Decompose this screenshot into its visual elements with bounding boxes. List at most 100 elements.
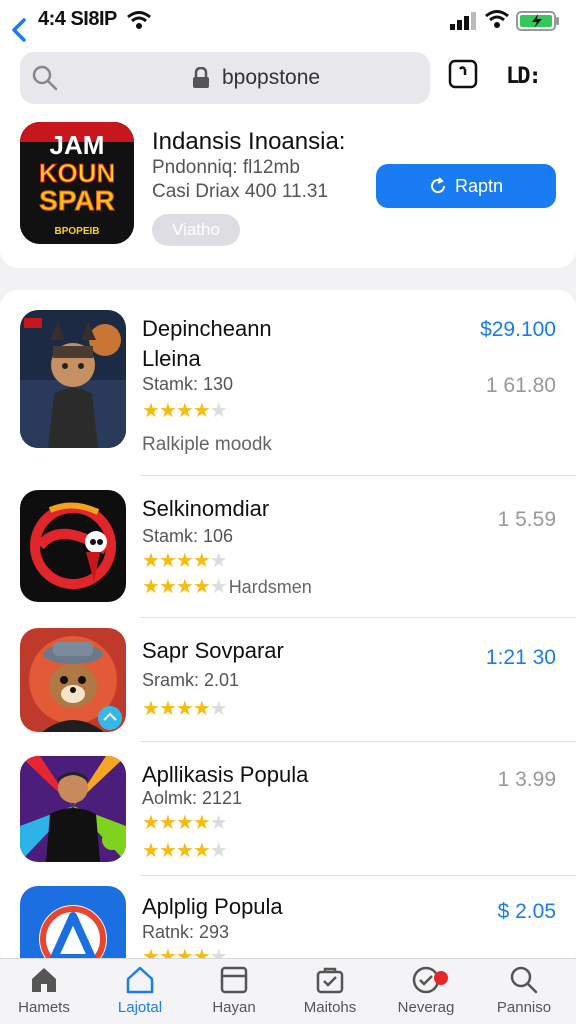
app-icon-red-circle [20,490,126,602]
app-title: Aplplig Popula [142,894,283,919]
list-item[interactable]: Apllikasis Popula Aolmk: 2121 ★★★★★ ★★★★… [0,742,576,876]
list-item[interactable]: Sapr Sovparar Sramk: 2.01 ★★★★★ 1:21 30 [0,618,576,742]
address-search-bar[interactable]: bpopstone [20,52,430,104]
app-meta: Sramk: 2.01 [142,670,240,690]
star-icon: ★ [209,840,228,862]
star-icon: ★ [158,698,177,720]
featured-app-icon[interactable]: JAM KOUN SPAR BPOPEIB [20,122,134,244]
app-rating-stars: ★★★★★ [142,696,228,721]
tab-label: Neverag [397,999,455,1016]
app-icon-warrior [20,310,126,448]
list-item[interactable]: Selkinomdiar Stamk: 106 ★★★★★ ★★★★★ Hards… [0,476,576,618]
featured-icon-text-2: KOUN [39,158,116,188]
star-icon: ★ [142,698,160,720]
status-time: 4:4 SI8IP [38,8,117,30]
tab-neverag[interactable]: Neverag [382,965,470,1016]
tab-maitohs[interactable]: Maitohs [286,965,374,1016]
star-icon: ★ [192,698,211,720]
app-rating-stars-secondary: ★★★★★ Hardsmen [142,574,312,599]
lock-icon [193,67,209,88]
star-icon: ★ [175,812,194,834]
app-price[interactable]: 1 3.99 [498,768,556,792]
bag-check-icon [316,967,344,994]
app-icon-dog [20,628,126,732]
app-rating-stars-secondary: ★★★★★ [142,838,228,863]
search-icon [32,65,58,91]
signal-icon [450,12,476,30]
document-icon [220,966,248,994]
search-input-text: bpopstone [222,66,321,89]
star-icon: ★ [175,840,194,862]
header: bpopstone LD: JAM KOUN SPAR BPOPEIB Inda… [0,44,576,268]
star-icon: ★ [192,400,211,422]
battery-icon [516,11,559,31]
house-icon [32,968,56,992]
app-price-secondary: 1 61.80 [485,374,556,397]
star-icon: ★ [158,576,177,598]
star-icon: ★ [192,840,211,862]
featured-app-badge[interactable]: Viatho [152,214,240,246]
star-icon: ★ [142,840,160,862]
app-price[interactable]: $ 2.05 [498,900,556,924]
tab-label: Hayan [212,999,256,1016]
star-icon: ★ [158,840,177,862]
wifi-icon [485,10,509,28]
app-meta: Stamk: 130 [142,374,234,394]
app-meta: Ratnk: 293 [142,922,230,942]
tab-hamets[interactable]: Hamets [0,965,88,1016]
list-item[interactable]: Aplplig Popula Ratnk: 293 ★★★★★ $ 2.05 [0,876,576,970]
star-icon: ★ [158,812,177,834]
app-title: Apllikasis Popula [142,762,309,787]
star-icon: ★ [209,812,228,834]
star-icon: ★ [142,812,160,834]
tab-panniso[interactable]: Panniso [480,965,568,1016]
featured-icon-text-3: SPAR [39,185,115,216]
back-chevron-icon[interactable] [10,17,28,43]
featured-app-size: Pndonniq: fl12mb [152,157,300,178]
app-price[interactable]: 1 5.59 [498,508,556,532]
app-price[interactable]: 1:21 30 [486,646,556,670]
tab-label: Lajotal [117,999,163,1016]
tab-hayan[interactable]: Hayan [190,965,278,1016]
tab-label: Panniso [496,999,552,1016]
app-rating-label: Hardsmen [228,577,312,597]
star-icon: ★ [175,576,194,598]
star-icon: ★ [175,550,194,572]
featured-icon-text-4: BPOPEIB [54,226,99,237]
search-icon [510,966,538,994]
featured-get-button[interactable]: Raptn [376,164,556,208]
tab-lajotal[interactable]: Lajotal [96,965,184,1016]
star-icon: ★ [192,550,211,572]
tabs-button[interactable]: LD: [506,64,542,89]
app-title: Depincheann Lleina [142,316,272,371]
star-icon: ★ [209,576,228,598]
app-meta: Stamk: 106 [142,526,234,546]
app-extra: Ralkiple moodk [142,434,272,455]
star-icon: ★ [158,400,177,422]
notification-badge [434,971,448,985]
star-icon: ★ [192,812,211,834]
app-title: Selkinomdiar [142,496,270,521]
app-title: Sapr Sovparar [142,638,284,663]
wifi-icon [127,11,151,29]
star-icon: ★ [192,576,211,598]
featured-get-button-label: Raptn [454,175,504,196]
featured-icon-text-1: JAM [50,130,105,160]
house-outline-icon [126,966,154,994]
status-bar: 4:4 SI8IP [0,0,576,44]
star-icon: ★ [209,550,228,572]
app-price[interactable]: $29.100 [480,318,556,342]
app-list: Depincheann Lleina Stamk: 130 ★★★★★ Ralk… [0,290,576,970]
featured-app-title: Indansis Inoansia: [152,128,346,155]
star-icon: ★ [142,550,160,572]
refresh-icon [431,177,445,194]
star-icon: ★ [142,400,160,422]
tab-bar: Hamets Lajotal Hayan Maitohs Neverag Pan… [0,958,576,1024]
star-icon: ★ [158,550,177,572]
featured-app-info: Casi Driaх 400 11.31 [152,181,329,202]
app-rating-stars: ★★★★★ [142,810,228,835]
app-rating-stars: ★★★★★ [142,398,228,423]
featured-app-artwork: JAM KOUN SPAR BPOPEIB [20,122,134,244]
list-item[interactable]: Depincheann Lleina Stamk: 130 ★★★★★ Ralk… [0,290,576,476]
share-icon[interactable] [448,59,478,89]
